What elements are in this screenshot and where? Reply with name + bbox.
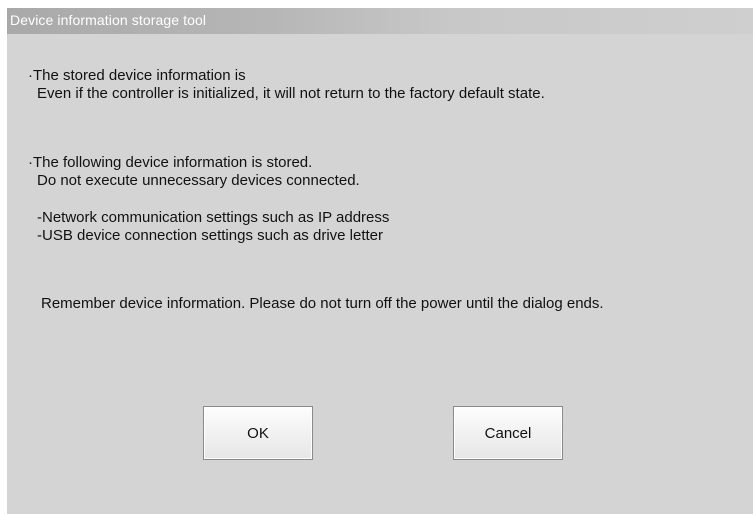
stored-item: -Network communication settings such as … [37,209,390,226]
cancel-button[interactable]: Cancel [453,406,563,460]
stored-item: -USB device connection settings such as … [37,227,384,244]
section2-heading: ·The following device information is sto… [28,154,313,171]
power-notice: Remember device information. Please do n… [41,295,604,312]
section1-heading: ·The stored device information is [28,67,246,84]
dialog-title: Device information storage tool [10,12,207,28]
section2-detail: Do not execute unnecessary devices conne… [37,172,360,189]
title-bar: Device information storage tool [7,8,753,34]
device-info-storage-dialog: Device information storage tool ·The sto… [7,8,753,514]
section1-detail: Even if the controller is initialized, i… [37,85,545,102]
ok-button[interactable]: OK [203,406,313,460]
